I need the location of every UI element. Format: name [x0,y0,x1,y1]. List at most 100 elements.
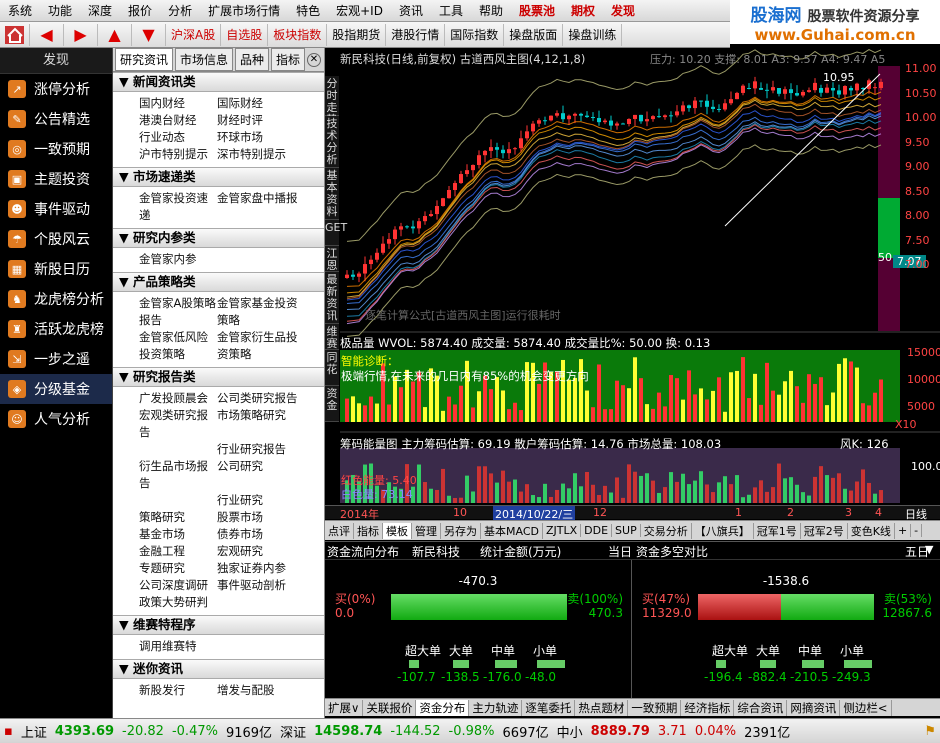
nav-item-6[interactable]: ☂ 个股风云 [0,224,112,254]
indicator-tab-8[interactable]: DDE [581,524,613,537]
side-tab-3[interactable]: 基本资料 [325,168,339,220]
menu-depth[interactable]: 深度 [80,2,120,19]
menu-discover[interactable]: 发现 [603,2,643,19]
research-link[interactable]: 国内财经 [139,95,217,112]
indicator-tab-4[interactable]: 管理 [412,522,441,539]
bottom-tab-2[interactable]: 关联报价 [363,699,417,716]
research-link[interactable]: 金管家投资速递 [139,190,217,224]
research-link[interactable]: 金管家内参 [139,251,217,268]
bottom-tab-7[interactable]: 一致预期 [628,699,682,716]
arrow-up-icon[interactable]: ▲ [98,23,132,46]
indicator-tab-14[interactable]: 变色K线 [848,522,895,539]
research-link[interactable]: 财经时评 [217,112,305,129]
indicator-tab-11[interactable]: 【八旗兵】 [692,522,754,539]
research-link[interactable]: 公司深度调研 [139,577,217,594]
side-tab-6[interactable]: 最新资讯 [325,272,339,324]
research-link[interactable]: 市场策略研究 [217,407,305,441]
indicator-tab-2[interactable]: 指标 [354,522,383,539]
toolbar-index-futures[interactable]: 股指期货 [327,23,387,46]
bottom-tab-11[interactable]: 侧边栏< [840,699,892,716]
nav-item-12[interactable]: ☺ 人气分析 [0,404,112,434]
research-link[interactable]: 基金市场 [139,526,217,543]
indicator-tab-10[interactable]: 交易分析 [641,522,692,539]
indicator-tab-3[interactable]: 模板 [383,522,412,539]
bottom-tab-5[interactable]: 逐笔委托 [522,699,576,716]
menu-quote[interactable]: 报价 [120,2,160,19]
section-header[interactable]: ▼ 新闻资讯类 [113,72,324,92]
section-header[interactable]: ▼ 迷你资讯 [113,659,324,679]
research-link[interactable]: 沪市特别提示 [139,146,217,163]
side-tab-1[interactable]: 分时走势 [325,76,339,126]
menu-options[interactable]: 期权 [563,2,603,19]
arrow-left-icon[interactable]: ◀ [30,23,64,46]
toolbar-sector-index[interactable]: 板块指数 [268,23,328,46]
tab-research-info[interactable]: 研究资讯 [115,48,174,71]
side-tab-4[interactable]: GET [325,220,347,246]
research-link[interactable]: 债券市场 [217,526,305,543]
menu-extended-market[interactable]: 扩展市场行情 [200,2,288,19]
research-link[interactable]: 金融工程 [139,543,217,560]
arrow-right-icon[interactable]: ▶ [64,23,98,46]
toolbar-hk-market[interactable]: 港股行情 [386,23,446,46]
bottom-tab-1[interactable]: 扩展∨ [325,699,364,716]
menu-info[interactable]: 资讯 [391,2,431,19]
nav-item-10[interactable]: ⇲ 一步之遥 [0,344,112,374]
research-link[interactable]: 金管家基金投资策略 [217,295,305,329]
indicator-tab-9[interactable]: SUP [612,524,641,537]
toolbar-watchlist[interactable]: 自选股 [221,23,269,46]
bottom-tab-3[interactable]: 资金分布 [416,699,470,716]
tab-indicators[interactable]: 指标 [271,48,306,71]
section-header[interactable]: ▼ 产品策略类 [113,272,324,292]
nav-item-2[interactable]: ✎ 公告精选 [0,104,112,134]
toolbar-trading-training[interactable]: 操盘训练 [563,23,623,46]
side-tab-7[interactable]: 维赛 [325,324,339,350]
bottom-tab-8[interactable]: 经济指标 [681,699,735,716]
research-link[interactable]: 深市特别提示 [217,146,305,163]
kline-chart-canvas[interactable] [325,48,940,548]
toolbar-shsz-a[interactable]: 沪深A股 [166,23,222,46]
bottom-tab-6[interactable]: 热点题材 [575,699,629,716]
indicator-tab-5[interactable]: 另存为 [441,522,481,539]
toolbar-intl-index[interactable]: 国际指数 [445,23,505,46]
menu-analysis[interactable]: 分析 [160,2,200,19]
research-link[interactable]: 公司研究 [217,458,305,492]
research-link[interactable]: 衍生品市场报告 [139,458,217,492]
menu-system[interactable]: 系统 [0,2,40,19]
research-link[interactable]: 股票市场 [217,509,305,526]
indicator-tab-7[interactable]: ZJTLX [543,524,582,537]
arrow-down-icon[interactable]: ▼ [132,23,166,46]
research-link[interactable]: 金管家A股策略报告 [139,295,217,329]
section-header[interactable]: ▼ 研究内参类 [113,228,324,248]
nav-item-7[interactable]: ▦ 新股日历 [0,254,112,284]
sz-name[interactable]: 深证 [276,722,310,741]
research-link[interactable]: 新股发行 [139,682,217,699]
research-link[interactable]: 环球市场 [217,129,305,146]
bottom-tab-4[interactable]: 主力轨迹 [469,699,523,716]
dropdown-arrow-icon[interactable]: ▼ [925,543,933,556]
research-link[interactable]: 独家证券内参 [217,560,305,577]
tab-market-info[interactable]: 市场信息 [175,48,234,71]
side-tab-9[interactable]: 资金 [325,386,339,422]
indicator-tab-6[interactable]: 基本MACD [481,522,543,539]
nav-item-3[interactable]: ◎ 一致预期 [0,134,112,164]
research-link[interactable]: 增发与配股 [217,682,305,699]
research-link[interactable]: 宏观类研究报告 [139,407,217,441]
indicator-tab-1[interactable]: 点评 [325,522,354,539]
nav-item-11[interactable]: ◈ 分级基金 [0,374,112,404]
research-link[interactable]: 专题研究 [139,560,217,577]
menu-function[interactable]: 功能 [40,2,80,19]
research-link[interactable]: 政策大势研判 [139,594,217,611]
research-link[interactable]: 金管家低风险投资策略 [139,329,217,363]
bottom-tab-9[interactable]: 综合资讯 [734,699,788,716]
status-lock-icon[interactable]: ⚑ [920,724,940,739]
research-link[interactable]: 广发投顾晨会 [139,390,217,407]
section-header[interactable]: ▼ 研究报告类 [113,367,324,387]
nav-item-4[interactable]: ▣ 主题投资 [0,164,112,194]
home-icon[interactable] [0,23,30,46]
side-tab-2[interactable]: 技术分析 [325,116,339,168]
menu-featured[interactable]: 特色 [288,2,328,19]
side-tab-8[interactable]: 同花 [325,350,339,386]
tab-varieties[interactable]: 品种 [235,48,270,71]
side-tab-5[interactable]: 江恩 [325,246,339,272]
research-link[interactable]: 行业动态 [139,129,217,146]
